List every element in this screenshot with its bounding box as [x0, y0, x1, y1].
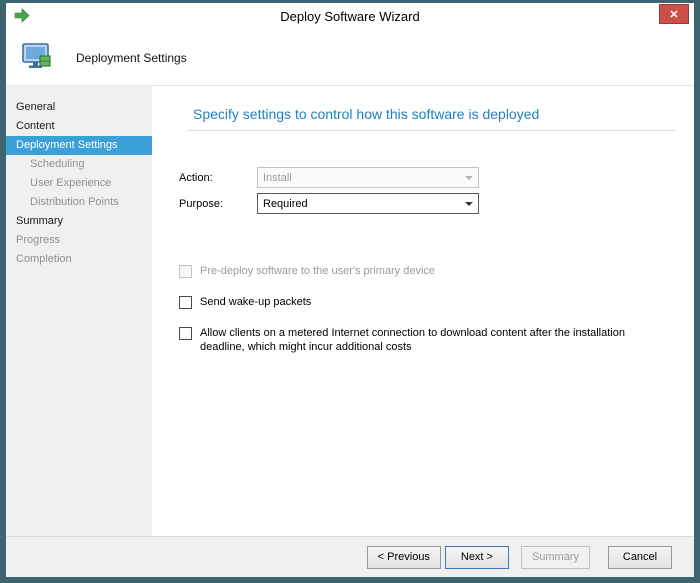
close-icon: ✕: [669, 8, 678, 21]
close-button[interactable]: ✕: [659, 4, 689, 24]
action-dropdown[interactable]: Install: [257, 167, 479, 188]
window-title: Deploy Software Wizard: [6, 9, 694, 24]
metered-checkbox[interactable]: [179, 327, 192, 340]
sidebar-item-summary[interactable]: Summary: [6, 212, 152, 231]
window-inner: Deploy Software Wizard ✕ Deployment Sett…: [6, 3, 694, 577]
sidebar-item-scheduling[interactable]: Scheduling: [6, 155, 152, 174]
purpose-label: Purpose:: [179, 198, 257, 210]
next-button[interactable]: Next >: [445, 546, 509, 569]
purpose-dropdown-arrow-zone: [460, 195, 477, 212]
metered-checkbox-label: Allow clients on a metered Internet conn…: [200, 326, 670, 354]
deploy-arrow-icon: [14, 8, 30, 24]
wizard-footer: < Previous Next > Summary Cancel: [6, 536, 694, 577]
sidebar-item-user-experience[interactable]: User Experience: [6, 174, 152, 193]
wakeup-checkbox[interactable]: [179, 296, 192, 309]
metered-check-row: Allow clients on a metered Internet conn…: [179, 326, 678, 354]
computer-software-icon: [20, 42, 54, 74]
wizard-page-header: Deployment Settings: [6, 30, 694, 86]
wizard-steps-sidebar: General Content Deployment Settings Sche…: [6, 86, 152, 536]
sidebar-item-content[interactable]: Content: [6, 117, 152, 136]
sidebar-item-distribution-points[interactable]: Distribution Points: [6, 193, 152, 212]
wizard-main-panel: Specify settings to control how this sof…: [152, 86, 694, 536]
purpose-dropdown[interactable]: Required: [257, 193, 479, 214]
predeploy-check-row: Pre-deploy software to the user's primar…: [179, 264, 678, 278]
wakeup-check-row: Send wake-up packets: [179, 295, 678, 309]
action-row: Action: Install: [179, 167, 678, 188]
page-heading: Specify settings to control how this sof…: [193, 106, 678, 122]
heading-divider: [187, 130, 676, 131]
purpose-row: Purpose: Required: [179, 193, 678, 214]
sidebar-item-progress[interactable]: Progress: [6, 231, 152, 250]
deploy-software-wizard-window: Deploy Software Wizard ✕ Deployment Sett…: [0, 0, 700, 583]
cancel-button[interactable]: Cancel: [608, 546, 672, 569]
wakeup-checkbox-label: Send wake-up packets: [200, 295, 311, 309]
action-dropdown-arrow-zone: [460, 169, 477, 186]
chevron-down-icon: [465, 202, 473, 206]
chevron-down-icon: [465, 176, 473, 180]
purpose-value: Required: [263, 198, 308, 210]
predeploy-checkbox[interactable]: [179, 265, 192, 278]
action-label: Action:: [179, 172, 257, 184]
titlebar: Deploy Software Wizard ✕: [6, 3, 694, 30]
sidebar-item-deployment-settings[interactable]: Deployment Settings: [6, 136, 152, 155]
wizard-page-title: Deployment Settings: [76, 51, 187, 65]
summary-button[interactable]: Summary: [521, 546, 590, 569]
previous-button[interactable]: < Previous: [367, 546, 441, 569]
sidebar-item-completion[interactable]: Completion: [6, 250, 152, 269]
sidebar-item-general[interactable]: General: [6, 98, 152, 117]
predeploy-checkbox-label: Pre-deploy software to the user's primar…: [200, 264, 435, 278]
action-value: Install: [263, 172, 292, 184]
wizard-body: General Content Deployment Settings Sche…: [6, 86, 694, 536]
